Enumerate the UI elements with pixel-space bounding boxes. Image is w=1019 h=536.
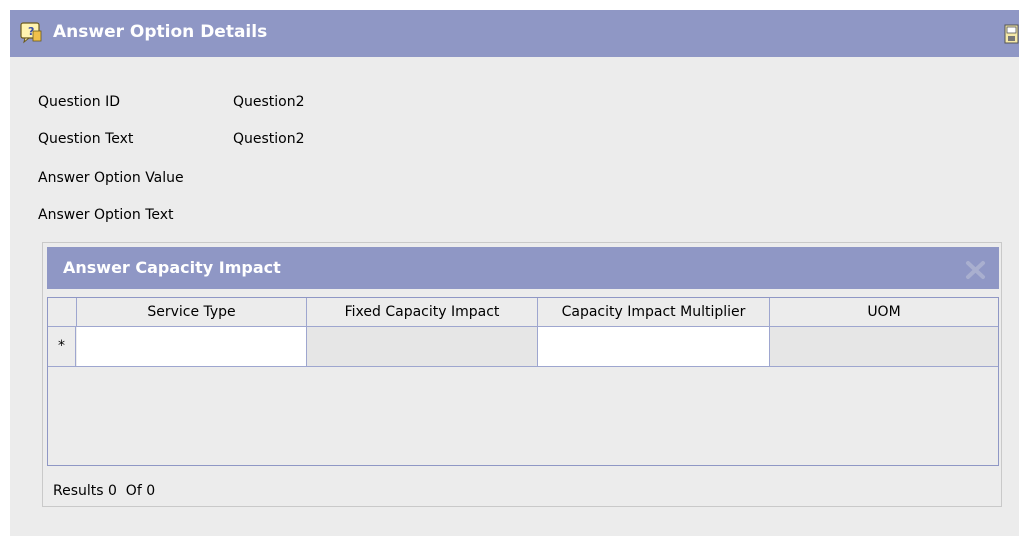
answer-capacity-impact-panel: Answer Capacity Impact Service Type Fixe… (42, 242, 1002, 507)
fixed-capacity-impact-cell (307, 327, 538, 366)
capacity-panel-header: Answer Capacity Impact (47, 247, 999, 289)
new-row-marker: * (48, 327, 76, 366)
capacity-panel-title: Answer Capacity Impact (63, 258, 281, 277)
question-note-icon: ? (20, 22, 42, 44)
question-text-value: Question2 (233, 131, 305, 147)
question-text-label: Question Text (38, 131, 134, 147)
service-type-cell[interactable] (77, 327, 307, 366)
results-count: Results 0 Of 0 (53, 483, 156, 499)
question-id-label: Question ID (38, 94, 120, 110)
table-row: * (48, 327, 998, 367)
panel-title: Answer Option Details (53, 22, 268, 42)
column-header-fixed-capacity-impact[interactable]: Fixed Capacity Impact (307, 298, 538, 326)
question-id-value: Question2 (233, 94, 305, 110)
answer-option-value-label: Answer Option Value (38, 170, 184, 186)
table-header-row: Service Type Fixed Capacity Impact Capac… (48, 298, 998, 327)
save-icon[interactable] (1004, 24, 1019, 44)
column-header-uom[interactable]: UOM (770, 298, 998, 326)
capacity-impact-table: Service Type Fixed Capacity Impact Capac… (47, 297, 999, 466)
column-header-capacity-impact-multiplier[interactable]: Capacity Impact Multiplier (538, 298, 770, 326)
uom-cell (770, 327, 998, 366)
answer-option-text-label: Answer Option Text (38, 207, 174, 223)
column-header-service-type[interactable]: Service Type (77, 298, 307, 326)
panel-header: ? Answer Option Details (10, 10, 1019, 57)
row-marker-header (48, 298, 77, 326)
capacity-impact-multiplier-cell[interactable] (538, 327, 770, 366)
answer-option-details-panel: ? Answer Option Details Question ID Ques… (10, 10, 1019, 536)
close-icon[interactable] (965, 259, 987, 281)
